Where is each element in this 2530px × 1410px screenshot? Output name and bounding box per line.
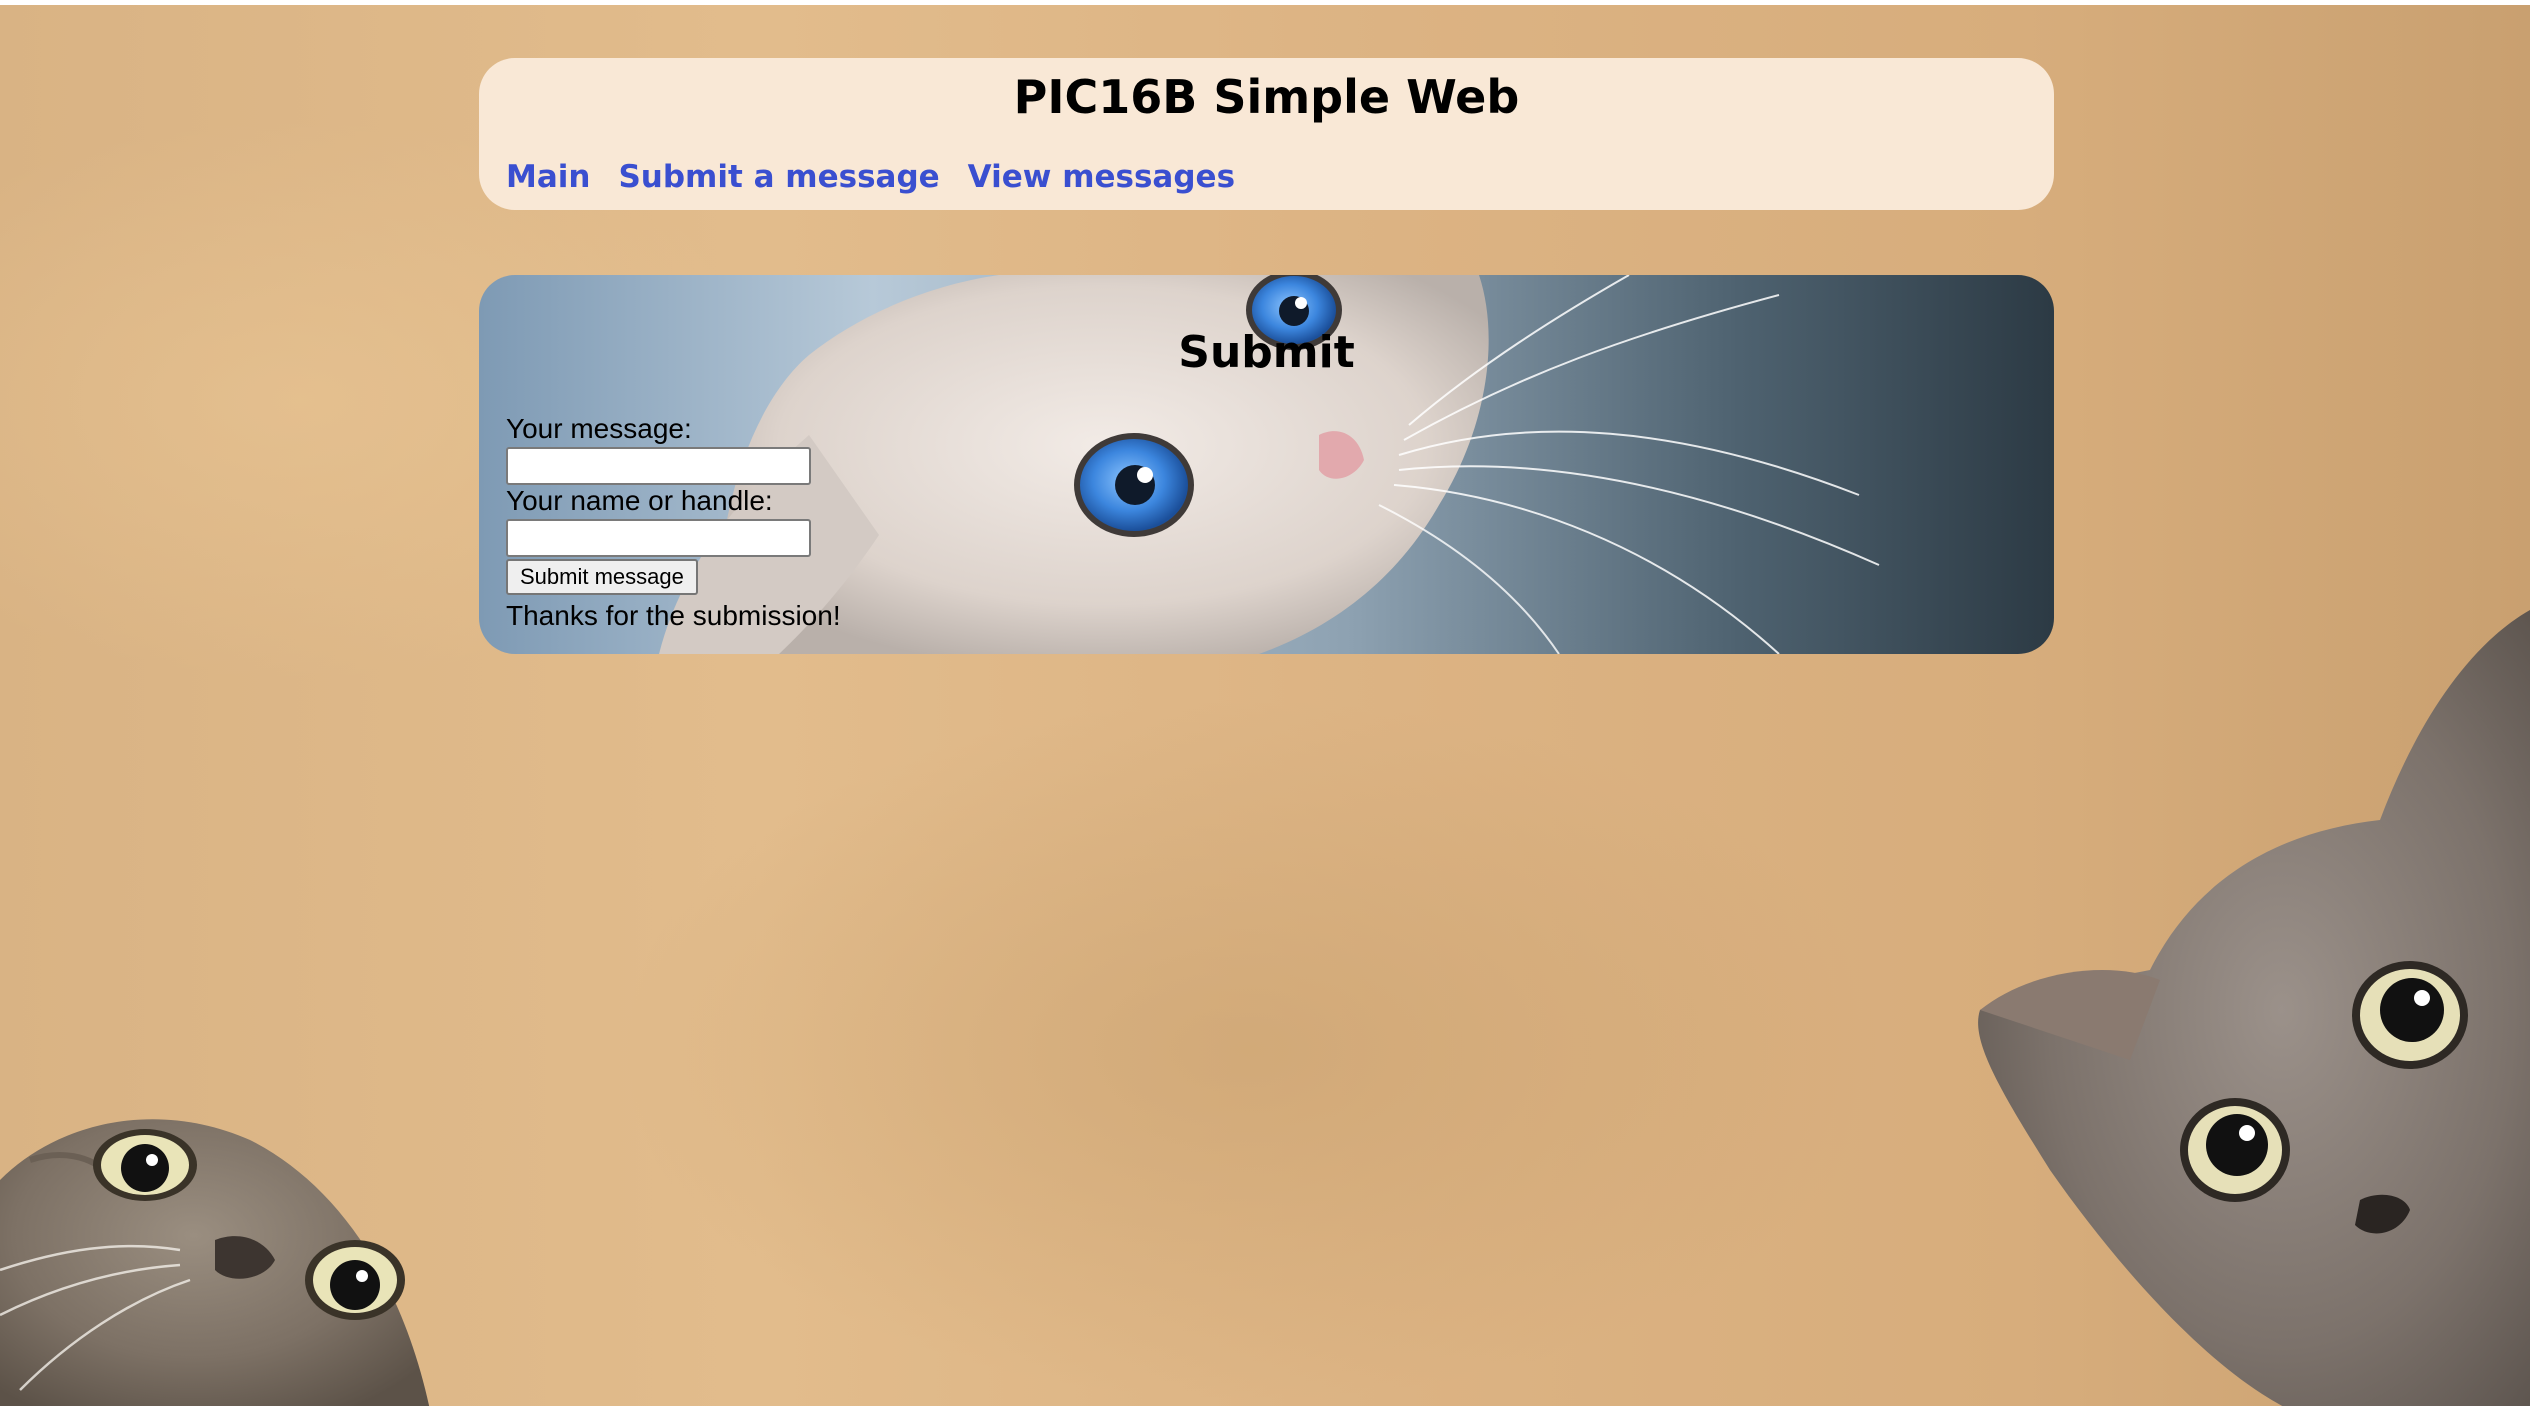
nav-link-main[interactable]: Main	[506, 152, 590, 202]
bottom-edge	[0, 1406, 2530, 1410]
nav-link-submit-message[interactable]: Submit a message	[618, 152, 939, 202]
submit-card: Submit Your message: Your name or handle…	[479, 275, 2054, 654]
nav-link-view-messages[interactable]: View messages	[968, 152, 1235, 202]
message-label: Your message:	[506, 413, 692, 444]
left-cat-illustration	[0, 1119, 430, 1410]
message-input[interactable]	[506, 447, 811, 485]
submit-heading: Submit	[1178, 327, 1355, 378]
handle-input[interactable]	[506, 519, 811, 557]
main-nav: Main Submit a message View messages	[506, 152, 1235, 202]
background-image	[0, 0, 2530, 1410]
site-title: PIC16B Simple Web	[1013, 70, 1520, 124]
top-edge	[0, 0, 2530, 5]
submit-message-button[interactable]: Submit message	[506, 559, 698, 595]
header-card: PIC16B Simple Web Main Submit a message …	[479, 58, 2054, 210]
handle-label: Your name or handle:	[506, 485, 773, 516]
submit-form: Your message: Your name or handle: Submi…	[506, 413, 1406, 633]
thanks-message: Thanks for the submission!	[506, 600, 841, 631]
right-cat-illustration	[1978, 610, 2530, 1410]
